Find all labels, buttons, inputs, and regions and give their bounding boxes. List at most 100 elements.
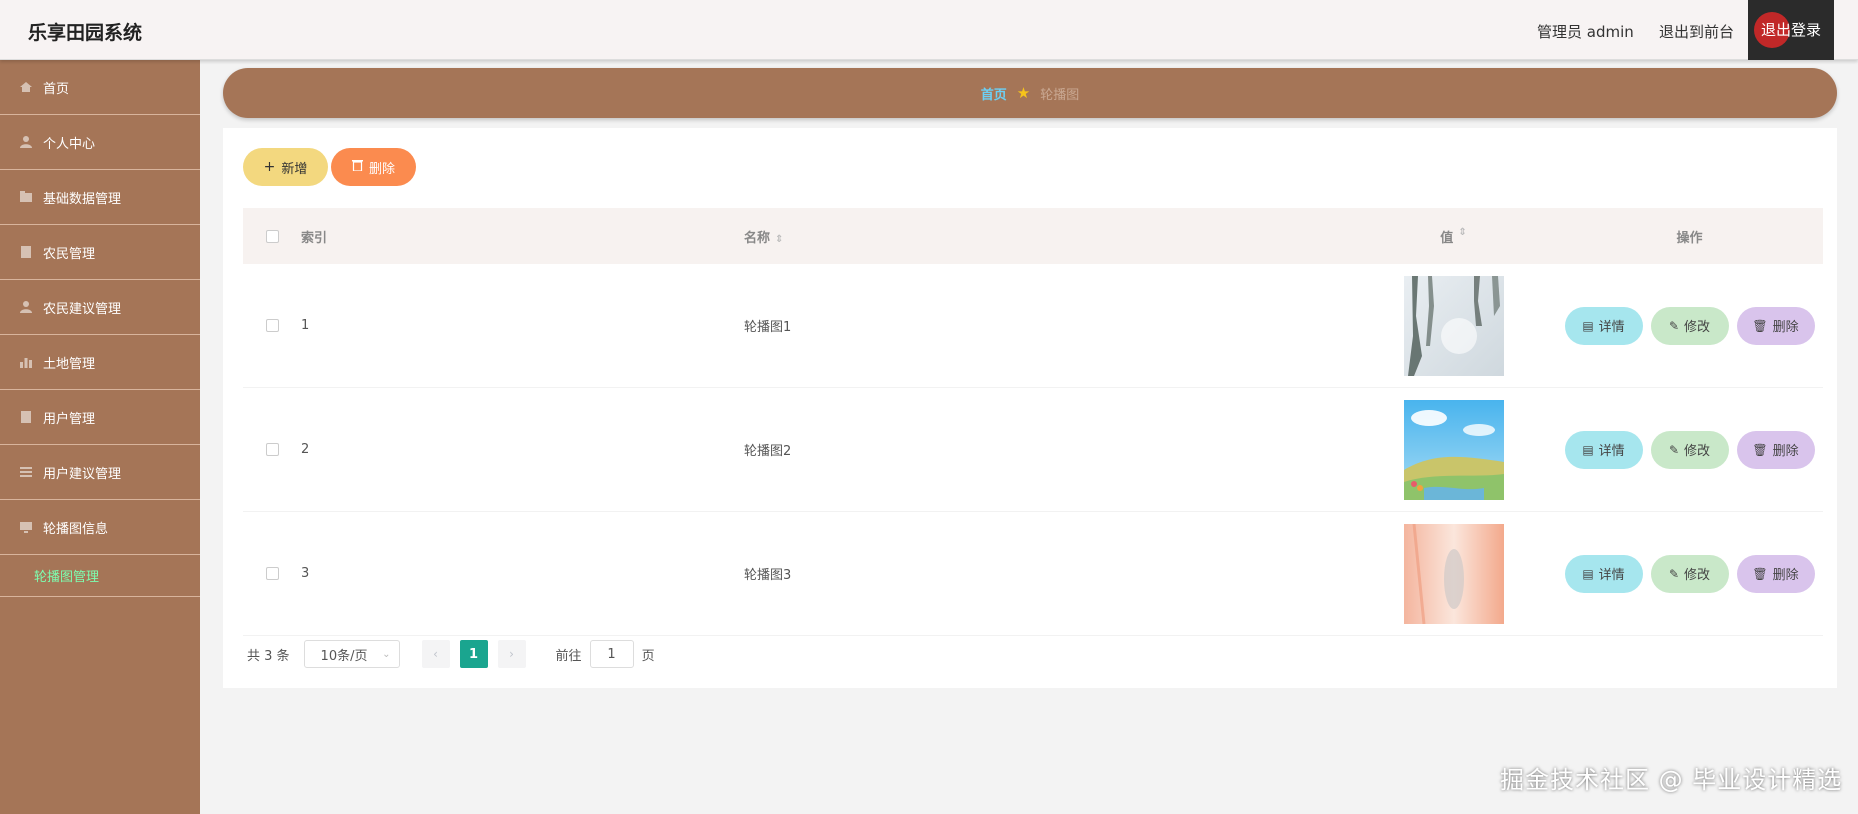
row-name: 轮播图3 <box>744 568 792 583</box>
home-icon <box>19 80 33 94</box>
data-table: 索引 名称 ⇕ 值 ⇕ 操作 1 轮播图1 ▤ 详情 ✎ 修改 🗑 删除 2 轮… <box>243 208 1823 636</box>
trash-icon: 🗑 <box>1752 566 1768 581</box>
pagination: 共 3 条 10条/页 ⌄ ‹ 1 › 前往 1 页 <box>247 640 655 668</box>
chevron-right-icon: › <box>509 647 514 661</box>
edit-button[interactable]: ✎ 修改 <box>1650 430 1729 469</box>
detail-button[interactable]: ▤ 详情 <box>1564 430 1643 469</box>
edit-label: 修改 <box>1684 320 1711 335</box>
detail-button[interactable]: ▤ 详情 <box>1564 554 1643 593</box>
page-number-current[interactable]: 1 <box>459 640 488 668</box>
content-panel: + 新增 删除 索引 名称 ⇕ 值 ⇕ 操作 1 轮播图1 ▤ 详情 ✎ 修改 … <box>223 128 1837 688</box>
edit-icon: ✎ <box>1668 566 1680 581</box>
row-delete-button[interactable]: 🗑 删除 <box>1736 306 1815 345</box>
breadcrumb: 首页 ★ 轮播图 <box>223 68 1837 118</box>
goto-page-input[interactable]: 1 <box>589 640 634 668</box>
sidebar-item-personal-center[interactable]: 个人中心 <box>0 115 200 170</box>
page-suffix-label: 页 <box>641 648 655 664</box>
detail-label: 详情 <box>1598 444 1625 459</box>
sidebar-item-user[interactable]: 用户管理 <box>0 390 200 445</box>
remove-label: 删除 <box>1772 568 1799 583</box>
document-icon: ▤ <box>1582 318 1594 333</box>
sidebar-item-label: 用户管理 <box>43 411 96 427</box>
app-title: 乐享田园系统 <box>28 22 143 44</box>
row-checkbox[interactable] <box>265 567 279 580</box>
bar-chart-icon <box>19 355 33 369</box>
page-size-value: 10条/页 <box>320 648 368 664</box>
row-delete-button[interactable]: 🗑 删除 <box>1736 554 1815 593</box>
add-button-label: 新增 <box>281 161 308 177</box>
trash-icon: 🗑 <box>1752 318 1768 333</box>
column-header-index: 索引 <box>301 230 328 246</box>
detail-label: 详情 <box>1598 320 1625 335</box>
chevron-left-icon: ‹ <box>433 647 438 661</box>
sidebar-item-home[interactable]: 首页 <box>0 60 200 115</box>
sidebar-item-land[interactable]: 土地管理 <box>0 335 200 390</box>
pagination-total: 共 3 条 <box>247 648 290 664</box>
edit-button[interactable]: ✎ 修改 <box>1650 306 1729 345</box>
logout-button[interactable]: 退出登录 <box>1748 0 1834 60</box>
sort-icon[interactable]: ⇕ <box>1458 227 1466 246</box>
delete-button-label: 删除 <box>368 161 395 177</box>
sidebar-item-label: 用户建议管理 <box>43 466 122 482</box>
row-checkbox[interactable] <box>265 319 279 332</box>
column-header-name[interactable]: 名称 ⇕ <box>731 227 1351 246</box>
trash-icon: 🗑 <box>1752 442 1768 457</box>
edit-button[interactable]: ✎ 修改 <box>1650 554 1729 593</box>
goto-label: 前往 <box>555 648 582 664</box>
carousel-thumbnail <box>1403 275 1504 376</box>
user-icon <box>19 300 33 314</box>
sidebar-item-farmer[interactable]: 农民管理 <box>0 225 200 280</box>
logout-label: 退出登录 <box>1760 21 1821 39</box>
document-icon <box>19 245 33 259</box>
batch-delete-button[interactable]: 删除 <box>331 148 416 186</box>
remove-label: 删除 <box>1772 444 1799 459</box>
breadcrumb-home[interactable]: 首页 <box>981 84 1007 103</box>
column-header-value-label: 值 <box>1440 230 1454 246</box>
sidebar: 首页 个人中心 基础数据管理 农民管理 农民建议管理 土地管理 用户管理 用户建… <box>0 60 200 814</box>
next-page-button[interactable]: › <box>497 640 526 668</box>
edit-icon: ✎ <box>1668 318 1680 333</box>
add-button[interactable]: + 新增 <box>243 148 328 186</box>
plus-icon: + <box>263 159 276 175</box>
document-icon <box>19 410 33 424</box>
row-delete-button[interactable]: 🗑 删除 <box>1736 430 1815 469</box>
chevron-down-icon: ⌄ <box>382 648 391 660</box>
main-area: 首页 ★ 轮播图 + 新增 删除 索引 名称 ⇕ 值 ⇕ 操作 1 轮播图1 ▤… <box>200 60 1858 814</box>
exit-to-front-link[interactable]: 退出到前台 <box>1659 21 1734 42</box>
detail-button[interactable]: ▤ 详情 <box>1564 306 1643 345</box>
row-index: 2 <box>301 442 310 457</box>
sidebar-item-label: 土地管理 <box>43 356 96 372</box>
sidebar-item-label: 轮播图信息 <box>43 521 109 537</box>
admin-label: 管理员 admin <box>1537 23 1634 41</box>
sidebar-item-carousel-info[interactable]: 轮播图信息 <box>0 500 200 555</box>
column-header-ops: 操作 <box>1676 230 1703 246</box>
sort-icon[interactable]: ⇕ <box>775 234 783 245</box>
breadcrumb-current: 轮播图 <box>1040 87 1080 103</box>
monitor-icon <box>19 520 33 534</box>
select-all-checkbox[interactable] <box>265 229 279 243</box>
list-icon <box>19 465 33 479</box>
sidebar-item-label: 个人中心 <box>43 136 96 152</box>
prev-page-button[interactable]: ‹ <box>421 640 450 668</box>
sidebar-item-user-suggestion[interactable]: 用户建议管理 <box>0 445 200 500</box>
sidebar-subitem-carousel-manage[interactable]: 轮播图管理 <box>0 555 200 597</box>
watermark: 掘金技术社区 @ 毕业设计精选 <box>1500 766 1843 794</box>
document-icon: ▤ <box>1582 442 1594 457</box>
carousel-thumbnail <box>1403 523 1504 624</box>
edit-label: 修改 <box>1684 444 1711 459</box>
detail-label: 详情 <box>1598 568 1625 583</box>
sidebar-item-farmer-suggestion[interactable]: 农民建议管理 <box>0 280 200 335</box>
edit-icon: ✎ <box>1668 442 1680 457</box>
sidebar-item-label: 基础数据管理 <box>43 191 122 207</box>
column-header-name-label: 名称 <box>744 230 771 246</box>
sidebar-item-label: 农民建议管理 <box>43 301 122 317</box>
row-checkbox[interactable] <box>265 443 279 456</box>
sidebar-item-basic-data[interactable]: 基础数据管理 <box>0 170 200 225</box>
document-icon: ▤ <box>1582 566 1594 581</box>
row-index: 1 <box>301 318 310 333</box>
folder-icon <box>19 190 33 204</box>
column-header-value[interactable]: 值 ⇕ <box>1351 227 1556 246</box>
page-size-select[interactable]: 10条/页 ⌄ <box>303 640 400 668</box>
table-header: 索引 名称 ⇕ 值 ⇕ 操作 <box>243 208 1823 264</box>
table-row: 2 轮播图2 ▤ 详情 ✎ 修改 🗑 删除 <box>243 388 1823 512</box>
